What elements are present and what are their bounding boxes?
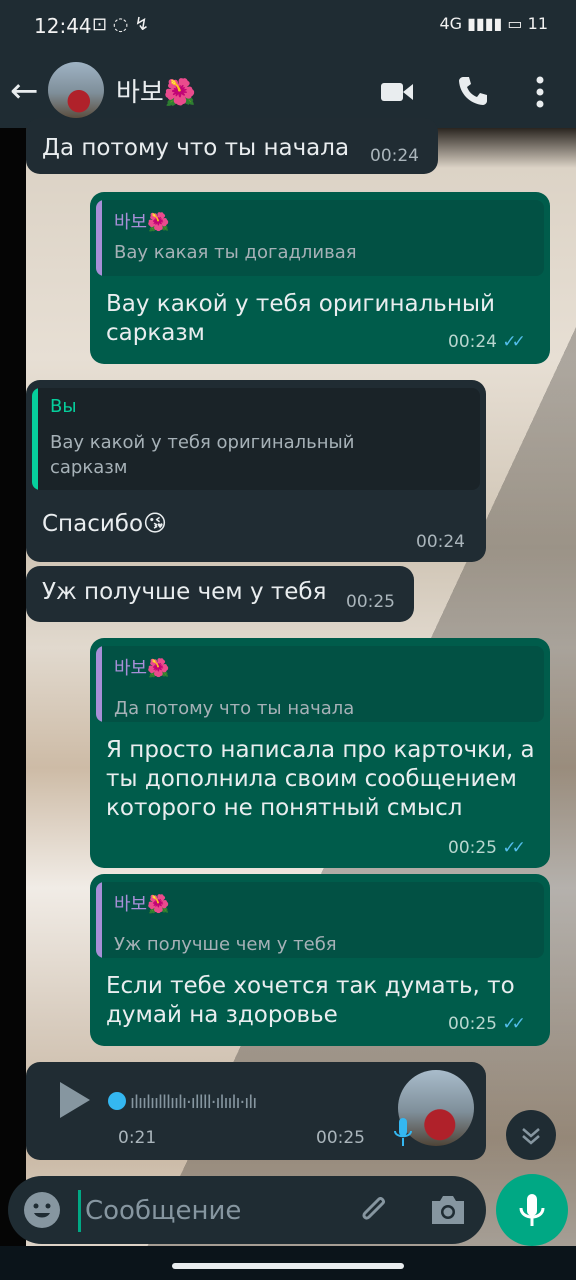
quote-author: 바보🌺 [114, 894, 170, 915]
mic-icon [394, 1118, 412, 1146]
play-icon[interactable] [60, 1082, 90, 1118]
message-text-line: Вау какой у тебя оригинальный [106, 291, 495, 317]
scroll-to-bottom-button[interactable] [506, 1110, 556, 1160]
message-time: 00:24 [416, 532, 465, 552]
send-mic-icon [519, 1194, 545, 1226]
message-bubble-outgoing[interactable]: 바보🌺 Да потому что ты начала Я просто нап… [90, 638, 550, 868]
wallpaper-edge [0, 128, 26, 1246]
camera-icon[interactable] [428, 1192, 468, 1228]
message-text-line: сарказм [106, 320, 205, 346]
quoted-message[interactable]: Вы Вау какой у тебя оригинальный сарказм [32, 388, 480, 490]
attach-icon[interactable] [354, 1190, 394, 1230]
message-text: Спасибо😘 [42, 511, 168, 537]
chevron-down-icon [522, 1128, 540, 1145]
quoted-message[interactable]: 바보🌺 Уж получше чем у тебя [96, 882, 544, 958]
message-text-line: ты дополнила своим сообщением [106, 766, 517, 792]
quote-bar [96, 882, 102, 958]
message-bubble-incoming[interactable]: Вы Вау какой у тебя оригинальный сарказм… [26, 380, 486, 562]
message-text-line: Если тебе хочется так думать, то [106, 973, 515, 999]
quote-text: Уж получше чем у тебя [114, 934, 337, 955]
message-bubble-outgoing[interactable]: 바보🌺 Уж получше чем у тебя Если тебе хоче… [90, 874, 550, 1046]
voice-record-button[interactable] [496, 1174, 568, 1246]
more-vert-icon[interactable] [530, 74, 550, 110]
read-receipt-icon: ✓✓ [502, 1014, 525, 1034]
quote-bar [96, 646, 102, 722]
message-time: 00:25 ✓✓ [448, 838, 526, 858]
quote-bar [32, 388, 38, 490]
message-bubble-outgoing[interactable]: 바보🌺 Вау какая ты догадливая Вау какой у … [90, 192, 550, 364]
quote-text-line: Вау какой у тебя оригинальный [50, 432, 355, 453]
message-input[interactable] [78, 1190, 337, 1232]
phone-icon[interactable] [456, 74, 490, 108]
message-text-line: которого не понятный смысл [106, 795, 463, 821]
contact-avatar[interactable] [48, 62, 104, 118]
voice-duration: 0:21 [118, 1128, 157, 1148]
quote-text: Вау какая ты догадливая [114, 242, 357, 263]
status-right: 4G ▮▮▮▮ ▭ 11 [439, 14, 548, 33]
message-text: Да потому что ты начала [42, 135, 350, 161]
message-time: 00:25 [346, 592, 395, 612]
message-time: 00:24 ✓✓ [448, 332, 526, 352]
message-text-line: думай на здоровье [106, 1002, 338, 1028]
message-time: 00:24 [370, 146, 419, 166]
quote-author: Вы [50, 396, 77, 417]
video-call-icon[interactable] [380, 80, 414, 104]
message-time: 00:25 [316, 1128, 365, 1148]
quote-bar [96, 200, 102, 276]
battery-icon: ▭ [507, 14, 523, 33]
status-time: 12:44 [34, 14, 92, 38]
back-arrow-icon[interactable]: ← [10, 71, 39, 111]
home-gesture-handle[interactable] [172, 1263, 404, 1269]
message-bubble-incoming[interactable]: Уж получше чем у тебя 00:25 [26, 566, 414, 622]
emoji-icon[interactable] [24, 1192, 60, 1228]
network-type: 4G [439, 14, 463, 33]
voice-waveform[interactable]: ılıılıılllıılı·ıllll·ılıılı·ılı [130, 1092, 257, 1113]
read-receipt-icon: ✓✓ [502, 332, 525, 352]
battery-level: 11 [527, 14, 548, 33]
voice-message-bubble[interactable]: ılıılıılllıılı·ıllll·ılıılı·ılı 0:21 00:… [26, 1062, 486, 1160]
quote-text: Да потому что ты начала [114, 698, 355, 719]
playback-position-handle[interactable] [108, 1092, 126, 1110]
message-time: 00:25 ✓✓ [448, 1014, 526, 1034]
message-text-line: Я просто написала про карточки, а [106, 737, 535, 763]
quoted-message[interactable]: 바보🌺 Да потому что ты начала [96, 646, 544, 722]
notification-icons: ⊡ ◌ ↯ [92, 14, 150, 35]
message-bubble-incoming[interactable]: Да потому что ты начала 00:24 [26, 118, 438, 174]
quote-author: 바보🌺 [114, 658, 170, 679]
message-composer [8, 1176, 486, 1244]
message-text: Уж получше чем у тебя [42, 579, 327, 605]
quote-author: 바보🌺 [114, 212, 170, 233]
quote-text-line: сарказм [50, 457, 128, 478]
status-bar: 12:44 ⊡ ◌ ↯ 4G ▮▮▮▮ ▭ 11 [0, 0, 576, 56]
read-receipt-icon: ✓✓ [502, 838, 525, 858]
quoted-message[interactable]: 바보🌺 Вау какая ты догадливая [96, 200, 544, 276]
contact-name[interactable]: 바보🌺 [116, 72, 196, 109]
signal-icon: ▮▮▮▮ [467, 14, 503, 33]
